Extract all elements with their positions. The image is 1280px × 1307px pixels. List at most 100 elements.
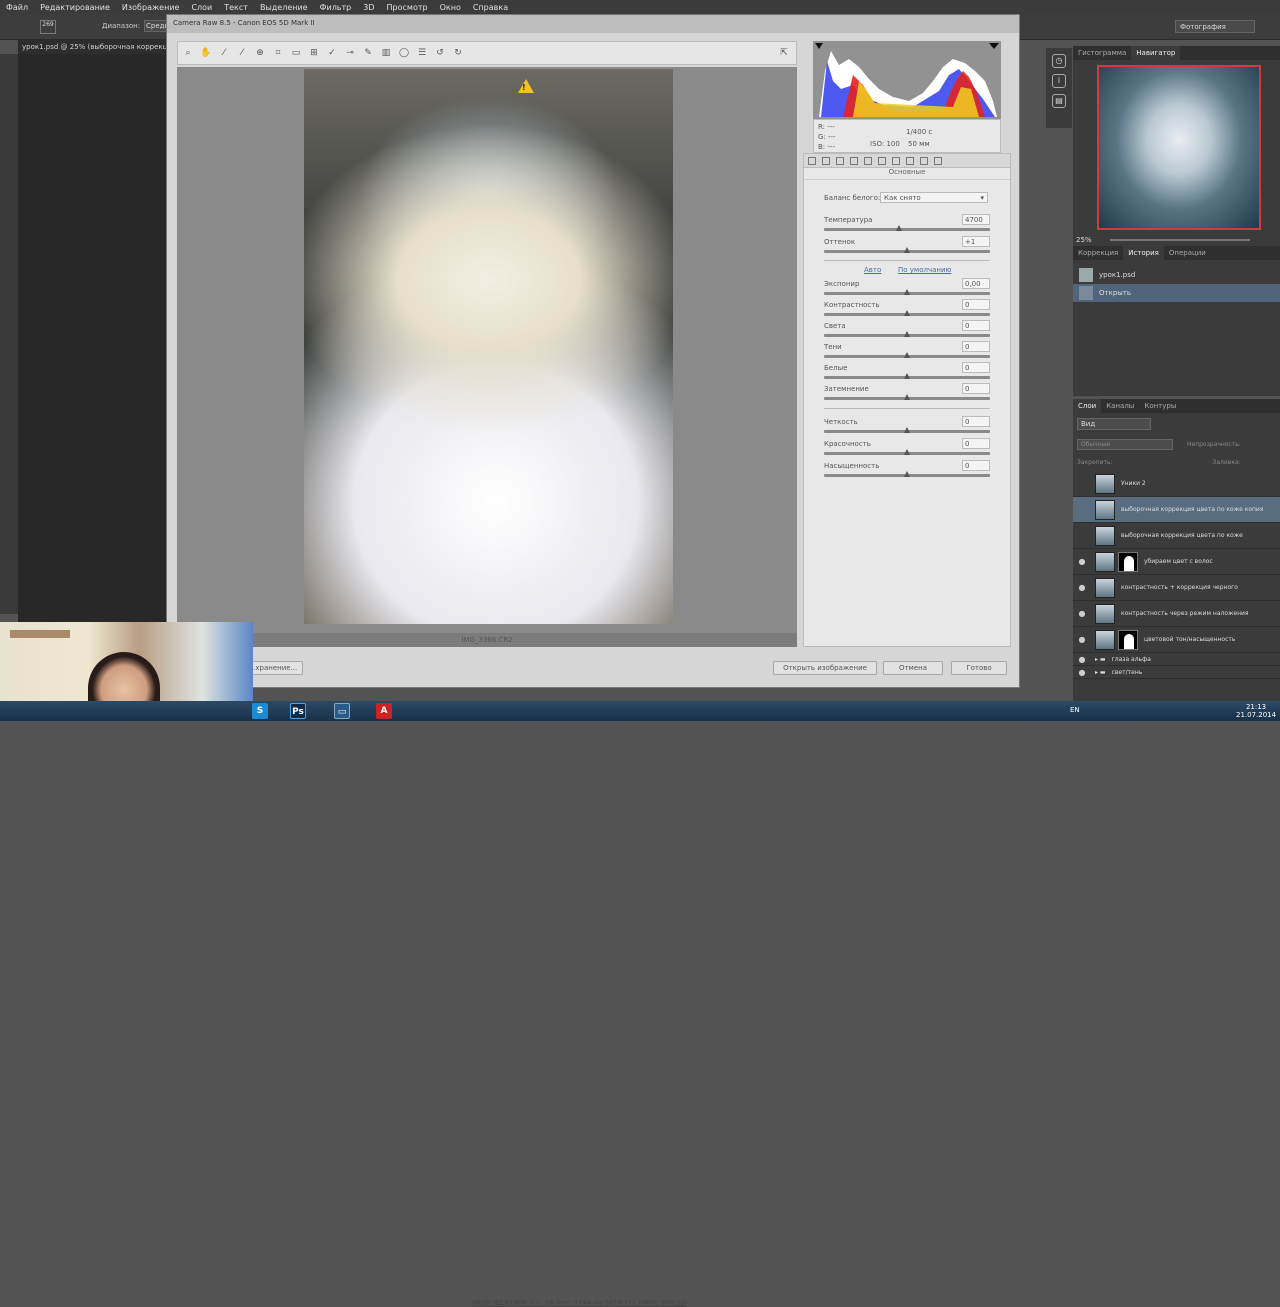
workspace-select[interactable]: Фотография [1175,20,1255,33]
layer-row[interactable]: ● цветовой тон/насыщенность [1073,627,1280,653]
menu-item-3[interactable]: Слои [191,3,212,12]
window-icon[interactable]: ▭ [334,703,350,719]
slider-value-input[interactable]: 0 [962,416,990,427]
layer-mask-thumbnail[interactable] [1118,629,1138,650]
brush-size[interactable]: 269 [40,20,56,34]
color-sampler-icon[interactable]: ⁄ [236,47,248,59]
default-link[interactable]: По умолчанию [898,266,951,274]
zoom-slider[interactable] [1110,239,1250,241]
slider-thumb[interactable] [904,449,910,455]
layer-row[interactable]: ● контрастность + коррекция черного [1073,575,1280,601]
auto-link[interactable]: Авто [864,266,881,274]
adjust-brush-icon[interactable]: ✎ [362,47,374,59]
layer-kind-filter[interactable]: Вид [1077,418,1151,430]
panel-tab[interactable]: Коррекция [1073,246,1123,260]
menu-item-5[interactable]: Выделение [260,3,308,12]
folder-icon[interactable]: ▸ ▬ [1095,669,1106,676]
visibility-eye-icon[interactable]: ● [1077,655,1087,664]
panel-tab[interactable]: Операции [1164,246,1211,260]
menu-item-1[interactable]: Редактирование [40,3,110,12]
slider-value-input[interactable]: 4700 [962,214,990,225]
slider-thumb[interactable] [904,471,910,477]
navigator-thumbnail[interactable] [1097,65,1261,230]
slider-thumb[interactable] [904,427,910,433]
adjust-icon[interactable]: ▤ [1052,94,1066,108]
skype-icon[interactable]: S [252,703,268,719]
layer-row[interactable]: Уники 2 [1073,471,1280,497]
layer-row[interactable]: ● ▸ ▬ свет/тень [1073,666,1280,679]
shadow-clip-icon[interactable] [815,43,823,49]
info-icon[interactable]: i [1052,74,1066,88]
panel-tab[interactable]: История [1123,246,1164,260]
transform-icon[interactable]: ⊞ [308,47,320,59]
photoshop-icon[interactable]: Ps [290,703,306,719]
straighten-icon[interactable]: ▭ [290,47,302,59]
target-adjust-icon[interactable]: ⊕ [254,47,266,59]
spot-removal-icon[interactable]: ✓ [326,47,338,59]
rotate-left-icon[interactable]: ↺ [434,47,446,59]
slider-thumb[interactable] [904,373,910,379]
rotate-right-icon[interactable]: ↻ [452,47,464,59]
slider-value-input[interactable]: 0 [962,362,990,373]
workflow-options-link[interactable]: sRGB IEC61966-2.1; 16 бит; 3744 на 5616 … [472,1299,687,1307]
slider-thumb[interactable] [904,247,910,253]
menu-item-2[interactable]: Изображение [122,3,180,12]
menu-item-4[interactable]: Текст [224,3,248,12]
panel-tab[interactable]: Каналы [1101,399,1139,413]
radial-filter-icon[interactable]: ◯ [398,47,410,59]
slider-value-input[interactable]: 0,00 [962,278,990,289]
fullscreen-icon[interactable]: ⇱ [778,47,790,59]
language-indicator[interactable]: EN [1070,706,1080,714]
menu-item-7[interactable]: 3D [363,3,374,12]
zoom-icon[interactable]: ⌕ [182,47,194,59]
slider-thumb[interactable] [904,310,910,316]
slider-thumb[interactable] [904,394,910,400]
preferences-icon[interactable]: ☰ [416,47,428,59]
eyedropper-icon[interactable]: ⁄ [218,47,230,59]
layer-row[interactable]: выборочная коррекция цвета по коже [1073,523,1280,549]
slider-thumb[interactable] [904,289,910,295]
cancel-button[interactable]: Отмена [883,661,943,675]
menu-item-6[interactable]: Фильтр [320,3,352,12]
panel-tab[interactable]: Навигатор [1131,46,1181,60]
graduated-filter-icon[interactable]: ▥ [380,47,392,59]
slider-track[interactable] [824,228,990,231]
visibility-eye-icon[interactable]: ● [1077,609,1087,618]
crop-icon[interactable]: ⌗ [272,47,284,59]
panel-tab[interactable]: Слои [1073,399,1102,413]
slider-value-input[interactable]: 0 [962,438,990,449]
red-eye-icon[interactable]: ⊸ [344,47,356,59]
navigator-zoom[interactable]: 25% [1076,236,1092,244]
folder-icon[interactable]: ▸ ▬ [1095,656,1106,663]
slider-thumb[interactable] [904,331,910,337]
slider-thumb[interactable] [895,225,902,231]
slider-value-input[interactable]: 0 [962,341,990,352]
slider-value-input[interactable]: 0 [962,299,990,310]
visibility-eye-icon[interactable]: ● [1077,635,1087,644]
slider-value-input[interactable]: 0 [962,383,990,394]
done-button[interactable]: Готово [951,661,1007,675]
layer-row[interactable]: ● убираем цвет с волос [1073,549,1280,575]
layer-mask-thumbnail[interactable] [1118,551,1138,572]
menu-item-10[interactable]: Справка [473,3,508,12]
visibility-eye-icon[interactable]: ● [1077,557,1087,566]
slider-value-input[interactable]: 0 [962,460,990,471]
layer-row[interactable]: ● ▸ ▬ глаза альфа [1073,653,1280,666]
hand-icon[interactable]: ✋ [200,47,212,59]
history-state[interactable]: Открыть [1073,284,1280,302]
layer-row[interactable]: выборочная коррекция цвета по коже копия [1073,497,1280,523]
menu-item-8[interactable]: Просмотр [387,3,428,12]
slider-value-input[interactable]: 0 [962,320,990,331]
layer-row[interactable]: ● контрастность через режим наложения [1073,601,1280,627]
slider-thumb[interactable] [904,352,910,358]
image-preview[interactable]: ! [177,67,797,635]
panel-tab[interactable]: Контуры [1139,399,1181,413]
document-tab[interactable]: урок1.psd @ 25% (выборочная коррекц [18,40,168,54]
menu-item-9[interactable]: Окно [440,3,461,12]
highlight-clip-icon[interactable] [989,43,999,49]
clock[interactable]: 21:13 21.07.2014 [1236,703,1276,719]
history-snapshot[interactable]: урок1.psd [1073,266,1280,284]
history-icon[interactable]: ◷ [1052,54,1066,68]
slider-value-input[interactable]: +1 [962,236,990,247]
blend-mode-select[interactable]: Обычные [1077,438,1173,450]
